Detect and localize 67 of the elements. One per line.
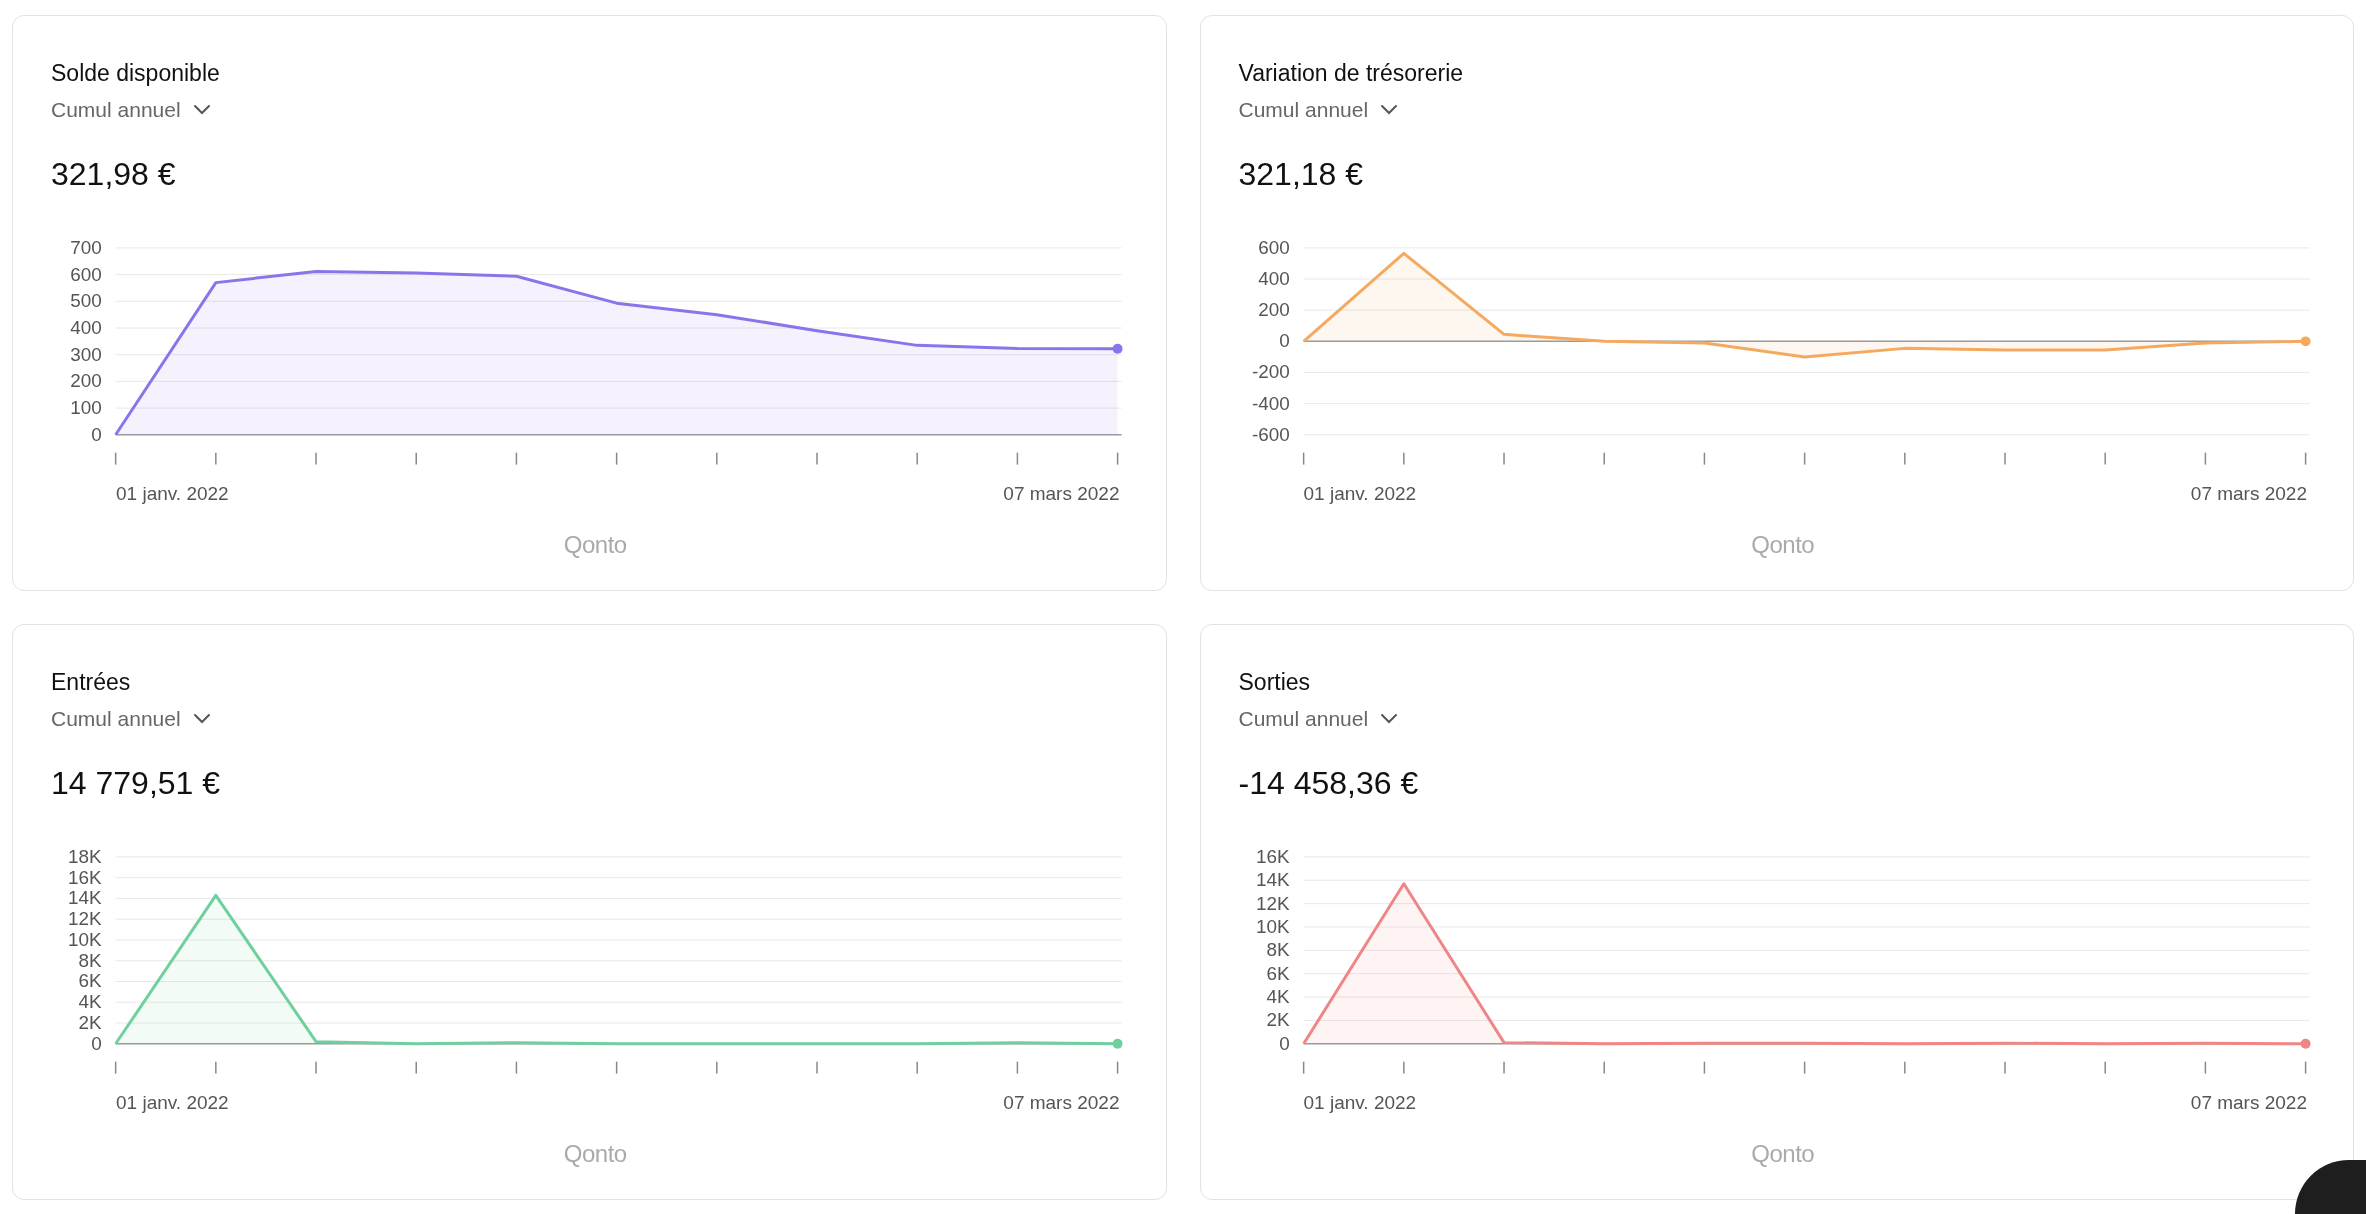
axis-tick-label: 600 [1257,236,1290,258]
axis-tick-label: 16K [68,866,102,888]
chat-button[interactable] [2295,1160,2366,1214]
axis-tick-label: 0 [91,1032,102,1054]
axis-tick-label: 700 [70,236,102,258]
axis-tick-label: 8K [78,949,102,971]
date-label: 01 janv. 2022 [116,482,229,505]
axis-tick-label: 8K [1266,939,1290,961]
caret-icon [1380,104,1399,116]
axis-tick-label: -600 [1251,423,1290,445]
period-dropdown[interactable]: Cumul annuel [1238,707,1399,731]
axis-tick-label: 0 [1278,1032,1290,1054]
axis-tick-label: 10K [1255,915,1290,937]
axis-tick-label: 400 [70,316,102,338]
end-point-marker [1112,343,1123,354]
axis-tick-label: 200 [70,370,102,392]
date-label: 07 mars 2022 [2190,1091,2307,1114]
amount-value: -14 458,36 € [1238,764,1419,803]
axis-tick-label: 6K [1266,962,1290,984]
period-dropdown[interactable]: Cumul annuel [51,707,211,731]
axis-tick-label: 18K [68,845,102,867]
axis-tick-label: 0 [91,423,102,445]
axis-tick-label: 600 [70,263,102,285]
axis-tick-label: -200 [1251,361,1290,383]
amount-value: 14 779,51 € [51,764,221,803]
axis-tick-label: 0 [1278,330,1290,352]
axis-tick-label: 4K [78,991,102,1013]
axis-tick-label: 14K [1255,869,1290,891]
period-dropdown[interactable]: Cumul annuel [51,98,211,122]
amount-value: 321,18 € [1238,155,1364,194]
card-title: Variation de trésorerie [1238,59,1464,88]
axis-tick-label: 300 [70,343,102,365]
end-point-marker [1112,1038,1123,1049]
axis-tick-label: 4K [1266,986,1290,1008]
caret-icon [1380,713,1399,725]
axis-tick-label: 12K [68,908,102,930]
axis-tick-label: 14K [68,887,102,909]
date-label: 01 janv. 2022 [116,1091,229,1114]
axis-tick-label: 10K [68,928,102,950]
date-label: 01 janv. 2022 [1303,482,1417,505]
brand-logo: Qonto [1751,530,1815,559]
axis-tick-label: 500 [70,290,102,312]
date-label: 07 mars 2022 [1003,482,1120,505]
axis-tick-label: 12K [1255,892,1290,914]
axis-tick-label: 16K [1255,845,1290,867]
axis-tick-label: 400 [1257,268,1290,290]
card-title: Entrées [51,668,131,697]
brand-logo: Qonto [1751,1139,1815,1168]
caret-icon [192,104,211,116]
axis-tick-label: 2K [78,1012,102,1033]
axis-tick-label: 6K [78,970,102,992]
axis-tick-label: 200 [1257,299,1290,321]
date-label: 07 mars 2022 [1003,1091,1120,1114]
axis-tick-label: -400 [1251,392,1290,414]
axis-tick-label: 100 [70,397,102,419]
card-title: Sorties [1238,668,1311,697]
axis-tick-label: 2K [1266,1009,1290,1031]
caret-icon [192,713,211,725]
date-label: 01 janv. 2022 [1303,1091,1417,1114]
brand-logo: Qonto [563,1139,627,1168]
card-title: Solde disponible [51,59,220,88]
end-point-marker [2300,1038,2311,1049]
amount-value: 321,98 € [51,155,176,194]
period-dropdown[interactable]: Cumul annuel [1238,98,1399,122]
brand-logo: Qonto [563,530,627,559]
date-label: 07 mars 2022 [2190,482,2307,505]
end-point-marker [2300,336,2311,347]
